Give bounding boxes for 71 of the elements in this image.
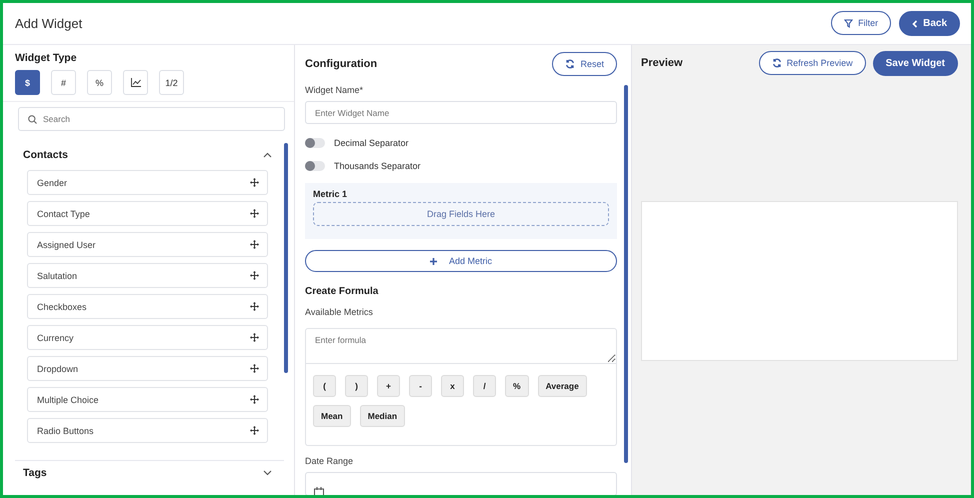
- field-label: Date Range: [305, 456, 354, 466]
- operator-button[interactable]: Median: [360, 405, 406, 427]
- toggle-switch[interactable]: [305, 161, 325, 171]
- field-item[interactable]: Radio Buttons: [27, 418, 268, 443]
- field-item[interactable]: Currency: [27, 325, 268, 350]
- toggle-label: Decimal Separator: [334, 138, 409, 148]
- field-item[interactable]: Gender: [27, 170, 268, 195]
- calendar-icon: [314, 487, 324, 495]
- formula-input[interactable]: Enter formula: [305, 328, 617, 364]
- move-icon[interactable]: [250, 333, 259, 342]
- action-button[interactable]: Back: [899, 11, 960, 36]
- field-item[interactable]: Salutation: [27, 263, 268, 288]
- move-icon[interactable]: [250, 271, 259, 280]
- section-title: Preview: [641, 57, 684, 69]
- operator-button[interactable]: /: [473, 375, 496, 397]
- move-icon[interactable]: [250, 364, 259, 373]
- section-title: Widget Type: [15, 52, 78, 64]
- search-icon: [28, 115, 37, 124]
- widget-type-button[interactable]: 1/2: [159, 70, 184, 95]
- reset-button[interactable]: Reset: [552, 52, 617, 76]
- group-header[interactable]: Tags: [15, 461, 284, 485]
- toggle-label: Thousands Separator: [334, 161, 421, 171]
- widget-type-button[interactable]: %: [87, 70, 112, 95]
- field-item[interactable]: Assigned User: [27, 232, 268, 257]
- section-title: Configuration: [305, 58, 378, 70]
- page-title: Add Widget: [15, 16, 84, 31]
- widget-type-button[interactable]: #: [51, 70, 76, 95]
- move-icon[interactable]: [250, 302, 259, 311]
- field-label: Available Metrics: [305, 307, 374, 317]
- scrollbar[interactable]: [284, 143, 288, 373]
- operator-button[interactable]: -: [409, 375, 432, 397]
- operator-button[interactable]: Mean: [313, 405, 351, 427]
- move-icon[interactable]: [250, 209, 259, 218]
- field-item[interactable]: Contact Type: [27, 201, 268, 226]
- line-chart-icon: [130, 78, 140, 87]
- date-range-field[interactable]: [305, 472, 617, 495]
- field-item[interactable]: Multiple Choice: [27, 387, 268, 412]
- action-button[interactable]: Refresh Preview: [758, 50, 866, 74]
- save-button[interactable]: Save Widget: [872, 50, 958, 76]
- refresh-icon: [565, 59, 576, 69]
- operator-button[interactable]: (: [313, 375, 336, 397]
- metric-title: Metric 1: [313, 189, 348, 199]
- toggle-switch[interactable]: [305, 138, 325, 148]
- field-item[interactable]: Dropdown: [27, 356, 268, 381]
- chevron-icon: [263, 152, 272, 158]
- scrollbar[interactable]: [624, 85, 628, 463]
- operator-button[interactable]: %: [505, 375, 529, 397]
- move-icon[interactable]: [250, 178, 259, 187]
- field-item[interactable]: Checkboxes: [27, 294, 268, 319]
- operator-button[interactable]: x: [441, 375, 464, 397]
- plus-icon: [430, 258, 437, 264]
- move-icon[interactable]: [250, 426, 259, 435]
- move-icon[interactable]: [250, 395, 259, 404]
- add-metric-button[interactable]: Add Metric: [305, 250, 617, 272]
- operator-button[interactable]: +: [377, 375, 400, 397]
- section-title: Create Formula: [305, 286, 380, 297]
- input-field[interactable]: Enter Widget Name: [305, 101, 617, 124]
- back-icon: [912, 20, 918, 28]
- operator-button[interactable]: ): [345, 375, 368, 397]
- action-button[interactable]: Filter: [831, 11, 892, 35]
- operator-button[interactable]: Average: [538, 375, 587, 397]
- search-field[interactable]: Search: [18, 107, 285, 131]
- field-label: Widget Name*: [305, 85, 364, 95]
- chevron-icon: [263, 470, 272, 476]
- drop-zone[interactable]: Drag Fields Here: [313, 202, 609, 226]
- move-icon[interactable]: [250, 240, 259, 249]
- widget-type-button[interactable]: [123, 70, 148, 95]
- refresh-icon: [772, 58, 782, 68]
- group-header[interactable]: Contacts: [3, 143, 284, 167]
- widget-type-button[interactable]: $: [15, 70, 40, 95]
- filter-icon: [844, 18, 854, 28]
